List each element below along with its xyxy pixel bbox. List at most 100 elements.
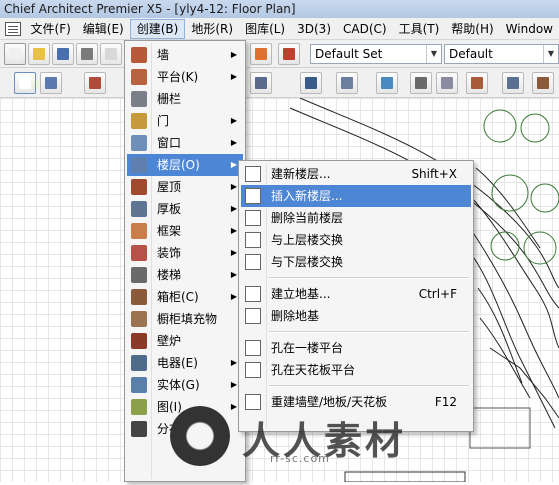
- chevron-right-icon: ▶: [230, 50, 237, 59]
- save-icon[interactable]: [52, 43, 74, 65]
- create-menu-item-label: 电器(E): [157, 356, 198, 370]
- hole-deck-icon: [245, 340, 261, 356]
- create-menu-item[interactable]: 栅栏: [127, 88, 243, 110]
- shortcut-label: F12: [434, 395, 457, 409]
- foundation-icon: [245, 286, 261, 302]
- room-tool-icon[interactable]: [436, 72, 458, 94]
- plan-tool-icon[interactable]: [532, 72, 554, 94]
- cad-tool-icon[interactable]: [336, 72, 358, 94]
- floor-submenu-item-label: 建新楼层...: [271, 167, 331, 181]
- create-menu-item[interactable]: 墙 ▶: [127, 44, 243, 66]
- create-menu-item[interactable]: 实体(G) ▶: [127, 374, 243, 396]
- create-menu-item-label: 装饰: [157, 246, 182, 260]
- cabinet-fill-icon: [131, 311, 147, 327]
- menu-edit[interactable]: 编辑(E): [77, 19, 130, 39]
- floor-submenu-item[interactable]: 插入新楼层...: [241, 185, 471, 207]
- create-menu-item-label: 箱柜(C): [157, 290, 199, 304]
- trim-icon: [131, 245, 147, 261]
- print-icon[interactable]: [76, 43, 98, 65]
- create-menu-item[interactable]: 屋顶 ▶: [127, 176, 243, 198]
- swap-up-icon: [245, 232, 261, 248]
- floor-submenu-item[interactable]: 与下层楼交换: [241, 251, 471, 273]
- floor-submenu-item-label: 孔在一楼平台: [271, 341, 344, 355]
- roof-icon: [131, 179, 147, 195]
- menu-help[interactable]: 帮助(H): [445, 19, 499, 39]
- create-menu-item[interactable]: 门 ▶: [127, 110, 243, 132]
- roof-tool-icon[interactable]: [466, 72, 488, 94]
- menu-tools[interactable]: 工具(T): [393, 19, 446, 39]
- menu-window[interactable]: Window: [500, 19, 559, 39]
- menu-bar: 文件(F) 编辑(E) 创建(B) 地形(R) 图库(L) 3D(3) CAD(…: [0, 18, 559, 40]
- create-menu-item-label: 橱柜填充物: [157, 312, 218, 326]
- system-menu-icon[interactable]: [5, 21, 21, 36]
- image-icon: [131, 399, 147, 415]
- camera-tool-icon[interactable]: [376, 72, 398, 94]
- floor-submenu-item[interactable]: 删除地基: [241, 305, 471, 327]
- floor-submenu-item-label: 孔在天花板平台: [271, 363, 356, 377]
- floor-submenu-item[interactable]: 建立地基... Ctrl+F: [241, 283, 471, 305]
- new-file-icon[interactable]: [4, 43, 26, 65]
- style-select[interactable]: Default ▼: [444, 44, 559, 64]
- wall-tool-icon[interactable]: [84, 72, 106, 94]
- floor-submenu-item[interactable]: 建新楼层... Shift+X: [241, 163, 471, 185]
- create-menu-item-label: 厚板: [157, 202, 182, 216]
- create-menu-item[interactable]: 楼层(O) ▶: [127, 154, 243, 176]
- floor-submenu-item-label: 建立地基...: [271, 287, 331, 301]
- create-menu-item[interactable]: 橱柜填充物: [127, 308, 243, 330]
- select-pointer-icon[interactable]: [14, 72, 36, 94]
- menu-create[interactable]: 创建(B): [129, 18, 186, 39]
- wall-icon: [131, 47, 147, 63]
- house-tool-icon[interactable]: [502, 72, 524, 94]
- dimension-tool-icon[interactable]: [250, 72, 272, 94]
- create-menu-item[interactable]: 电器(E) ▶: [127, 352, 243, 374]
- chevron-down-icon: ▼: [426, 45, 441, 63]
- menu-cad[interactable]: CAD(C): [337, 19, 393, 39]
- layer-set-select[interactable]: Default Set ▼: [310, 44, 442, 64]
- floor-submenu: 建新楼层... Shift+X 插入新楼层... 删除当前楼层与上层楼交换 与下层楼交换…: [238, 160, 474, 432]
- floor-submenu-item[interactable]: 与上层楼交换: [241, 229, 471, 251]
- distribute-icon: [131, 421, 147, 437]
- style-value: Default: [449, 47, 493, 61]
- menu-3d[interactable]: 3D(3): [291, 19, 337, 39]
- create-menu-item[interactable]: 装饰 ▶: [127, 242, 243, 264]
- layer-icon[interactable]: [250, 43, 272, 65]
- select-tool-icon[interactable]: [40, 72, 62, 94]
- chevron-right-icon: ▶: [230, 116, 237, 125]
- create-menu-item[interactable]: 厚板 ▶: [127, 198, 243, 220]
- floor-submenu-item-label: 删除地基: [271, 309, 320, 323]
- cut-icon[interactable]: [100, 43, 122, 65]
- hole-ceiling-icon: [245, 362, 261, 378]
- watermark: 人人素材 rr-sc.com: [170, 400, 420, 470]
- create-menu-item[interactable]: 箱柜(C) ▶: [127, 286, 243, 308]
- stairs-icon: [131, 267, 147, 283]
- menu-terrain[interactable]: 地形(R): [185, 19, 239, 39]
- chevron-right-icon: ▶: [230, 270, 237, 279]
- open-folder-icon[interactable]: [28, 43, 50, 65]
- chevron-right-icon: ▶: [230, 248, 237, 257]
- menu-file[interactable]: 文件(F): [25, 19, 77, 39]
- watermark-subtext: rr-sc.com: [270, 452, 330, 465]
- watermark-logo-icon: [170, 406, 230, 466]
- floor-submenu-item[interactable]: 删除当前楼层: [241, 207, 471, 229]
- cabinet-icon: [131, 289, 147, 305]
- floor-submenu-item[interactable]: 孔在一楼平台: [241, 337, 471, 359]
- create-menu-item[interactable]: 平台(K) ▶: [127, 66, 243, 88]
- floor-submenu-item-label: 插入新楼层...: [271, 189, 343, 203]
- floor-submenu-item[interactable]: 孔在天花板平台: [241, 359, 471, 381]
- checkbox-icon[interactable]: [278, 43, 300, 65]
- solid-icon: [131, 377, 147, 393]
- create-menu-item[interactable]: 楼梯 ▶: [127, 264, 243, 286]
- menu-library[interactable]: 图库(L): [239, 19, 291, 39]
- new-floor-icon: [245, 166, 261, 182]
- library-tool-icon[interactable]: [410, 72, 432, 94]
- floor-icon: [131, 157, 147, 173]
- menu-separator: [269, 385, 469, 387]
- fireplace-icon: [131, 333, 147, 349]
- chevron-right-icon: ▶: [230, 204, 237, 213]
- text-tool-icon[interactable]: [300, 72, 322, 94]
- floor-submenu-item-label: 与上层楼交换: [271, 233, 344, 247]
- create-menu-item[interactable]: 壁炉: [127, 330, 243, 352]
- create-menu-item[interactable]: 框架 ▶: [127, 220, 243, 242]
- floor-submenu-item-label: 与下层楼交换: [271, 255, 344, 269]
- create-menu-item[interactable]: 窗口 ▶: [127, 132, 243, 154]
